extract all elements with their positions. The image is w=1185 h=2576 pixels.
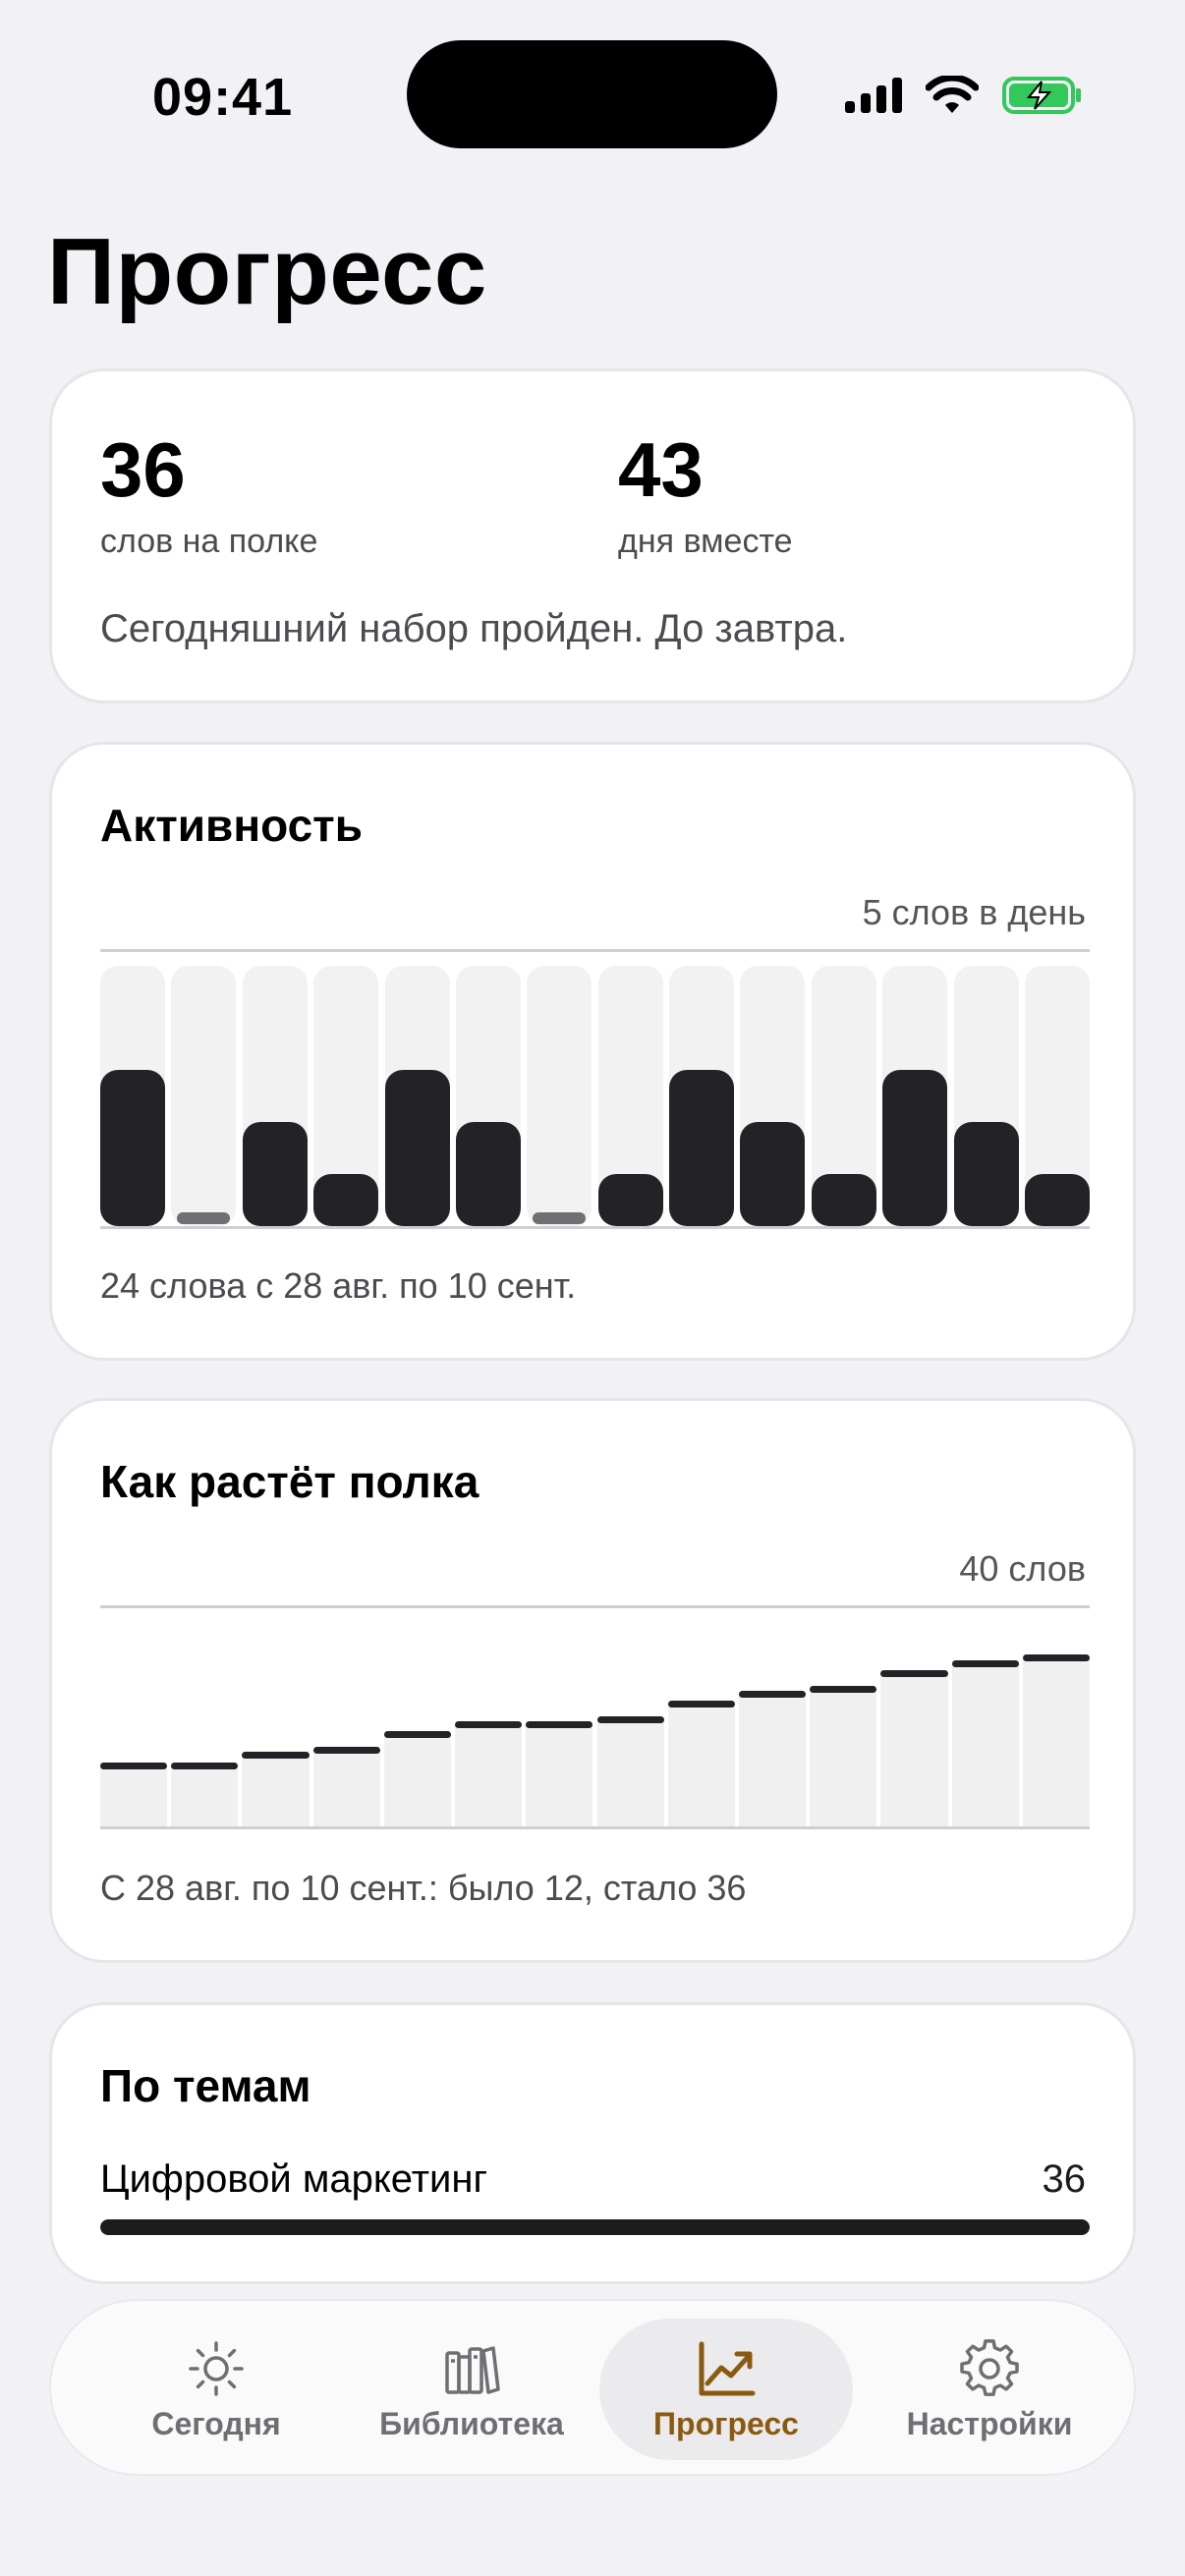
topic-name: Цифровой маркетинг: [100, 2157, 488, 2201]
wifi-icon: [926, 76, 979, 113]
activity-bar: [669, 966, 735, 1226]
summary-message: Сегодняшний набор пройден. До завтра.: [100, 607, 848, 650]
growth-max-label: 40 слов: [959, 1548, 1086, 1589]
days-count: 43: [618, 426, 704, 513]
growth-bar: [383, 1731, 452, 1826]
books-icon: [440, 2337, 503, 2400]
activity-bar-fill: [669, 1070, 735, 1226]
summary-card: 36 слов на полке 43 дня вместе Сегодняшн…: [49, 368, 1136, 703]
activity-baseline: [100, 1226, 1090, 1229]
activity-bar: [597, 966, 663, 1226]
growth-bar: [880, 1670, 948, 1826]
status-time: 09:41: [152, 68, 294, 127]
growth-bar: [951, 1659, 1019, 1826]
growth-bar: [738, 1690, 807, 1826]
growth-bar: [455, 1721, 523, 1826]
topic-progress-fill: [100, 2219, 1090, 2235]
tab-bar: Сегодня Библиотека Прогресс Настройки: [49, 2299, 1136, 2476]
tab-library[interactable]: Библиотека: [354, 2319, 590, 2460]
activity-bar: [313, 966, 379, 1226]
growth-bar: [526, 1721, 593, 1826]
tab-settings-label: Настройки: [906, 2405, 1073, 2441]
words-count: 36: [100, 426, 186, 513]
page-title: Прогресс: [47, 219, 487, 324]
growth-bars: [100, 1622, 1091, 1826]
words-label: слов на полке: [100, 523, 318, 560]
activity-bar-fill: [597, 1174, 663, 1226]
activity-bar-fill: [882, 1070, 948, 1226]
growth-bar: [667, 1701, 736, 1826]
status-bar: 09:41: [0, 0, 1185, 187]
growth-title: Как растёт полка: [100, 1456, 480, 1507]
growth-bar: [100, 1762, 168, 1826]
activity-bar: [384, 966, 450, 1226]
chart-icon: [695, 2337, 758, 2400]
activity-max-line: [100, 949, 1090, 952]
gear-icon: [958, 2337, 1021, 2400]
activity-bar: [882, 966, 948, 1226]
activity-bar-fill: [384, 1070, 450, 1226]
tab-progress[interactable]: Прогресс: [599, 2319, 853, 2460]
activity-bar: [455, 966, 521, 1226]
growth-max-line: [100, 1605, 1090, 1608]
topics-card: По темам Цифровой маркетинг 36: [49, 2002, 1136, 2284]
growth-bar: [1022, 1654, 1091, 1826]
growth-bar: [171, 1762, 239, 1826]
growth-bar: [596, 1715, 664, 1826]
tab-today[interactable]: Сегодня: [98, 2319, 334, 2460]
days-stat: 43 дня вместе: [618, 425, 793, 561]
growth-bar: [312, 1747, 381, 1826]
activity-title: Активность: [100, 800, 363, 851]
growth-bar: [242, 1752, 310, 1826]
battery-charging-icon: [1002, 77, 1081, 114]
topic-count: 36: [1042, 2157, 1087, 2201]
activity-bar-fill: [533, 1212, 587, 1224]
growth-card: Как растёт полка 40 слов С 28 авг. по 10…: [49, 1398, 1136, 1963]
activity-caption: 24 слова с 28 авг. по 10 сент.: [100, 1265, 577, 1306]
activity-bar: [740, 966, 806, 1226]
activity-bar-fill: [177, 1212, 231, 1224]
activity-bar: [1025, 966, 1090, 1226]
activity-bar-fill: [740, 1122, 806, 1226]
sun-icon: [185, 2337, 248, 2400]
activity-bar-fill: [953, 1122, 1019, 1226]
activity-bar: [171, 966, 237, 1226]
activity-bar-fill: [455, 1122, 521, 1226]
activity-max-label: 5 слов в день: [862, 892, 1086, 932]
words-stat: 36 слов на полке: [100, 425, 317, 561]
cellular-signal-icon: [845, 78, 902, 113]
days-label: дня вместе: [618, 523, 793, 560]
growth-caption: С 28 авг. по 10 сент.: было 12, стало 36: [100, 1868, 747, 1908]
activity-bar-fill: [100, 1070, 165, 1226]
status-icons: [845, 74, 1083, 117]
activity-card: Активность 5 слов в день 24 слова с 28 а…: [49, 742, 1136, 1361]
growth-bar: [810, 1685, 877, 1826]
growth-baseline: [100, 1826, 1090, 1829]
activity-bar: [100, 966, 165, 1226]
activity-bar: [953, 966, 1019, 1226]
topics-title: По темам: [100, 2060, 311, 2111]
activity-bars: [100, 966, 1090, 1226]
dynamic-island: [407, 40, 777, 148]
activity-bar: [242, 966, 308, 1226]
tab-library-label: Библиотека: [379, 2405, 564, 2441]
topic-progress-bar: [100, 2219, 1090, 2235]
activity-bar-fill: [811, 1174, 876, 1226]
tab-settings[interactable]: Настройки: [876, 2319, 1102, 2460]
activity-bar-fill: [313, 1174, 379, 1226]
activity-bar-fill: [1025, 1174, 1090, 1226]
tab-progress-label: Прогресс: [653, 2405, 799, 2441]
activity-bar: [527, 966, 592, 1226]
activity-bar-fill: [242, 1122, 308, 1226]
activity-bar: [811, 966, 876, 1226]
tab-today-label: Сегодня: [151, 2405, 281, 2441]
